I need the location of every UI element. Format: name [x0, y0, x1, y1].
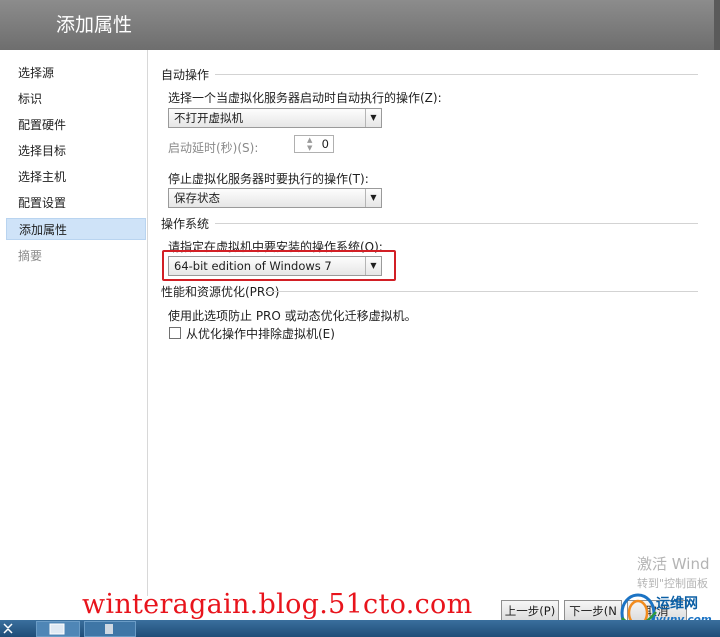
os-value: 64-bit edition of Windows 7 — [174, 259, 332, 273]
taskbar — [0, 620, 720, 637]
section-divider — [265, 291, 698, 292]
properties-panel: 自动操作 选择一个当虚拟化服务器启动时自动执行的操作(Z): 不打开虚拟机 ▼ … — [149, 50, 720, 596]
section-heading-pro: 性能和资源优化(PRO) — [161, 285, 280, 299]
taskbar-app-button-secondary[interactable] — [84, 621, 136, 637]
sidebar-item-identity[interactable]: 标识 — [6, 88, 146, 110]
sidebar-item-configure-settings[interactable]: 配置设置 — [6, 192, 146, 214]
start-action-dropdown[interactable]: 不打开虚拟机 ▼ — [168, 108, 382, 128]
section-heading-auto-actions: 自动操作 — [161, 68, 210, 82]
sidebar-item-add-properties[interactable]: 添加属性 — [6, 218, 146, 240]
sidebar-item-select-destination[interactable]: 选择目标 — [6, 140, 146, 162]
window-icon — [49, 623, 65, 635]
section-divider — [215, 74, 698, 75]
start-action-label: 选择一个当虚拟化服务器启动时自动执行的操作(Z): — [168, 91, 442, 105]
next-button[interactable]: 下一步(N — [564, 600, 622, 622]
sidebar-item-summary: 摘要 — [18, 249, 43, 263]
stop-action-dropdown[interactable]: 保存状态 ▼ — [168, 188, 382, 208]
title-bar: 添加属性 — [0, 0, 720, 50]
pro-description: 使用此选项防止 PRO 或动态优化迁移虚拟机。 — [168, 309, 417, 323]
sidebar-item-select-source[interactable]: 选择源 — [6, 62, 146, 84]
chevron-down-icon: ▼ — [365, 257, 381, 275]
section-divider — [215, 223, 698, 224]
taskbar-app-button[interactable] — [36, 621, 80, 637]
sidebar-item-select-host[interactable]: 选择主机 — [6, 166, 146, 188]
start-action-value: 不打开虚拟机 — [174, 111, 243, 125]
exclude-optimization-label[interactable]: 从优化操作中排除虚拟机(E) — [186, 325, 335, 342]
title-bar-edge — [714, 0, 720, 50]
stop-action-value: 保存状态 — [174, 191, 220, 205]
window-title: 添加属性 — [56, 14, 133, 36]
blog-watermark: winteragain.blog.51cto.com — [82, 589, 473, 620]
document-icon — [105, 624, 113, 634]
activation-watermark-subtitle: 转到"控制面板 — [637, 577, 709, 590]
chevron-down-icon: ▼ — [365, 109, 381, 127]
chevron-down-icon: ▼ — [365, 189, 381, 207]
logo-name: 运维网 — [656, 596, 698, 612]
wizard-sidebar: 选择源 标识 配置硬件 选择目标 选择主机 配置设置 添加属性 摘要 — [0, 50, 148, 596]
exclude-optimization-checkbox[interactable] — [169, 327, 181, 339]
stop-action-label: 停止虚拟化服务器时要执行的操作(T): — [168, 172, 369, 186]
previous-button[interactable]: 上一步(P) — [501, 600, 559, 622]
sidebar-item-configure-hardware[interactable]: 配置硬件 — [6, 114, 146, 136]
network-icon[interactable] — [2, 622, 16, 635]
os-dropdown[interactable]: 64-bit edition of Windows 7 ▼ — [168, 256, 382, 276]
section-heading-os: 操作系统 — [161, 217, 210, 231]
activation-watermark-title: 激活 Wind — [637, 555, 710, 573]
start-delay-label: 启动延时(秒)(S): — [168, 141, 259, 155]
spinner-arrows-icon[interactable]: ▲ ▼ — [307, 136, 317, 152]
